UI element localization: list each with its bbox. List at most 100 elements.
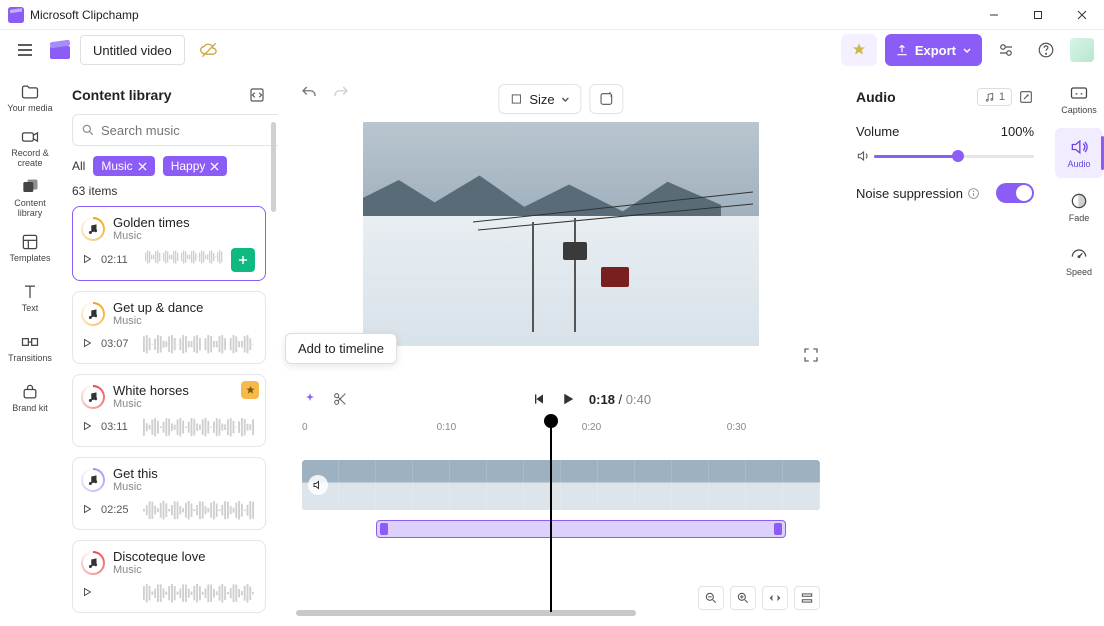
rrail-speed[interactable]: Speed — [1055, 236, 1103, 286]
waveform — [143, 333, 255, 355]
volume-value: 100% — [1001, 124, 1034, 139]
chip-all[interactable]: All — [72, 159, 85, 173]
rrail-captions[interactable]: Captions — [1055, 74, 1103, 124]
time-current: 0:18 — [589, 392, 615, 407]
music-title: Get up & dance — [113, 300, 203, 315]
noise-toggle[interactable] — [996, 183, 1034, 203]
help-icon[interactable] — [1030, 34, 1062, 66]
play-preview-icon[interactable] — [81, 586, 93, 601]
rail-transitions[interactable]: Transitions — [1, 324, 59, 372]
music-card[interactable]: White horsesMusic 03:11 — [72, 374, 266, 447]
expand-icon[interactable] — [248, 86, 266, 104]
window-maximize[interactable] — [1016, 0, 1060, 30]
rrail-audio[interactable]: Audio — [1055, 128, 1103, 178]
search-input[interactable] — [101, 123, 277, 138]
info-icon[interactable] — [967, 187, 980, 200]
add-to-timeline-button[interactable] — [231, 248, 255, 272]
music-title: Discoteque love — [113, 549, 206, 564]
ai-tools-button[interactable] — [590, 84, 624, 114]
audio-clip[interactable] — [376, 520, 786, 538]
chip-music[interactable]: Music — [93, 156, 154, 176]
right-rail: Captions Audio Fade Speed — [1054, 70, 1104, 626]
rail-brand-kit[interactable]: Brand kit — [1, 374, 59, 422]
music-subtitle: Music — [113, 230, 190, 242]
timeline-ruler[interactable]: 00:100:200:30 — [302, 422, 820, 440]
menu-button[interactable] — [10, 35, 40, 65]
search-icon — [81, 123, 95, 137]
zoom-out-button[interactable] — [698, 586, 724, 610]
play-preview-icon[interactable] — [81, 420, 93, 435]
music-subtitle: Music — [113, 481, 158, 493]
zoom-in-button[interactable] — [730, 586, 756, 610]
music-card[interactable]: Get thisMusic 02:25 — [72, 457, 266, 530]
music-title: White horses — [113, 383, 189, 398]
chip-happy[interactable]: Happy — [163, 156, 228, 176]
premium-button[interactable] — [841, 34, 877, 66]
track-mute-icon[interactable] — [308, 475, 328, 495]
music-duration: 02:11 — [101, 254, 135, 266]
audio-count-badge: 1 — [977, 88, 1012, 106]
rail-text[interactable]: Text — [1, 274, 59, 322]
search-input-wrapper[interactable] — [72, 114, 278, 146]
ruler-tick: 0:20 — [582, 422, 601, 433]
sparkle-icon[interactable] — [302, 391, 318, 407]
size-button[interactable]: Size — [498, 84, 581, 114]
audio-panel: Audio 1 Volume100% Noise suppression — [840, 74, 1050, 622]
window-minimize[interactable] — [972, 0, 1016, 30]
app-icon — [8, 7, 24, 23]
music-subtitle: Music — [113, 564, 206, 576]
rrail-fade[interactable]: Fade — [1055, 182, 1103, 232]
cloud-sync-icon[interactable] — [193, 34, 225, 66]
music-card[interactable]: Get up & danceMusic 03:07 — [72, 291, 266, 364]
preview-panel: Size — [288, 74, 834, 374]
avatar[interactable] — [1070, 38, 1094, 62]
window-titlebar: Microsoft Clipchamp — [0, 0, 1104, 30]
ruler-tick: 0:10 — [437, 422, 456, 433]
redo-icon[interactable] — [332, 84, 350, 102]
clapperboard-icon — [48, 38, 72, 62]
play-preview-icon[interactable] — [81, 503, 93, 518]
music-card[interactable]: Golden timesMusic 02:11 — [72, 206, 266, 281]
video-preview[interactable] — [363, 122, 759, 346]
export-label: Export — [915, 43, 956, 58]
add-to-timeline-tooltip: Add to timeline — [285, 333, 397, 364]
music-title: Get this — [113, 466, 158, 481]
play-preview-icon[interactable] — [81, 253, 93, 268]
project-title: Untitled video — [93, 43, 172, 58]
export-button[interactable]: Export — [885, 34, 982, 66]
ruler-tick: 0 — [302, 422, 308, 433]
waveform — [143, 499, 255, 521]
volume-slider[interactable] — [856, 147, 1034, 165]
window-close[interactable] — [1060, 0, 1104, 30]
skip-back-icon[interactable] — [531, 391, 547, 407]
premium-badge — [241, 381, 259, 399]
undo-icon[interactable] — [300, 84, 318, 102]
music-subtitle: Music — [113, 398, 189, 410]
music-list: Golden timesMusic 02:11 Get up & danceMu… — [72, 206, 266, 613]
collapse-tracks-button[interactable] — [794, 586, 820, 610]
video-track[interactable] — [302, 460, 820, 510]
left-rail: Your media Record & create Content libra… — [0, 70, 60, 626]
audio-panel-title: Audio — [856, 89, 896, 105]
rail-content-library[interactable]: Content library — [1, 174, 59, 222]
fullscreen-icon[interactable] — [802, 346, 820, 364]
waveform — [143, 416, 255, 438]
playhead[interactable] — [550, 420, 552, 612]
play-preview-icon[interactable] — [81, 337, 93, 352]
settings-icon[interactable] — [990, 34, 1022, 66]
audio-track[interactable] — [302, 520, 820, 538]
music-subtitle: Music — [113, 315, 203, 327]
rail-record-create[interactable]: Record & create — [1, 124, 59, 172]
timeline-panel: 0:18 / 0:40 00:100:200:30 — [288, 380, 834, 620]
detach-icon[interactable] — [1018, 89, 1034, 105]
fit-button[interactable] — [762, 586, 788, 610]
play-icon[interactable] — [559, 390, 577, 408]
music-card[interactable]: Discoteque loveMusic — [72, 540, 266, 613]
project-title-input[interactable]: Untitled video — [80, 35, 185, 65]
rail-templates[interactable]: Templates — [1, 224, 59, 272]
scissors-icon[interactable] — [332, 391, 348, 407]
timeline-scrollbar[interactable] — [296, 610, 636, 616]
volume-label: Volume — [856, 124, 899, 139]
speaker-icon — [856, 149, 870, 163]
rail-your-media[interactable]: Your media — [1, 74, 59, 122]
